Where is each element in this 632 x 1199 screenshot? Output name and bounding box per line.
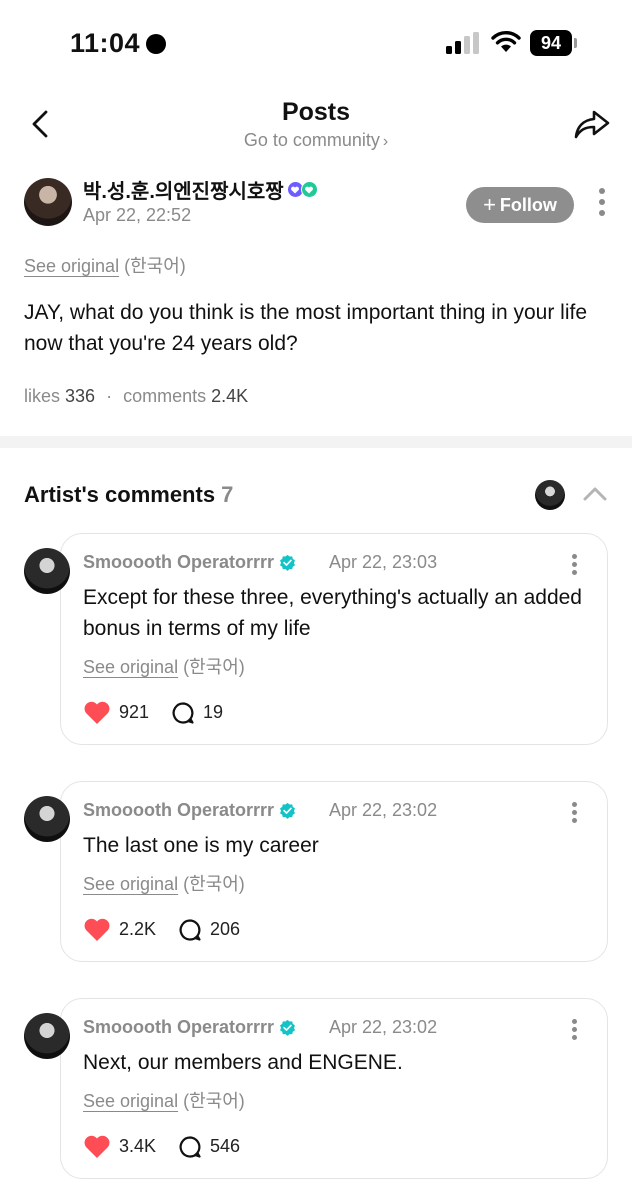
comments-count[interactable]: 2.4K [211,386,248,406]
comment-actions: 921 19 [83,700,223,725]
artist-comments-count: 7 [221,482,234,507]
comments-label[interactable]: comments [123,386,206,406]
commenter-avatar[interactable] [24,1013,70,1059]
share-icon[interactable] [572,106,612,142]
comment-bubble-icon[interactable] [178,918,202,942]
original-language: (한국어) [124,256,186,276]
likes-label: likes [24,386,61,406]
fan-badges [286,181,318,198]
comment-date: Apr 22, 23:02 [329,1017,438,1037]
post-body: JAY, what do you think is the most impor… [24,301,588,355]
section-divider [0,436,632,448]
like-count: 3.4K [119,1136,157,1156]
post-stats: likes 336 · comments 2.4K [24,386,248,407]
comment-date: Apr 22, 23:02 [329,800,438,820]
comment-see-original[interactable]: See original (한국어) [83,1087,245,1113]
author-name-row[interactable]: 박.성.훈.의엔진짱시호짱 [83,175,318,204]
artist-avatar[interactable] [535,480,565,510]
nav-header: Posts Go to community › [0,88,632,158]
commenter-name-row[interactable]: Smooooth Operatorrrr [83,800,296,821]
heart-badge-icon [300,181,318,198]
commenter-name: Smooooth Operatorrrr [83,1017,275,1037]
reply-count: 206 [210,919,241,939]
comment-bubble-icon[interactable] [171,701,195,725]
see-original-link[interactable]: See original [83,1091,178,1111]
wifi-icon [491,31,521,52]
like-count: 2.2K [119,919,157,939]
comment-date: Apr 22, 23:03 [329,552,438,572]
see-original-link[interactable]: See original [24,256,119,276]
recording-dot-icon [146,33,167,54]
commenter-name-row[interactable]: Smooooth Operatorrrr [83,1017,296,1038]
comment-actions: 3.4K 546 [83,1134,240,1159]
comment-card: Smooooth Operatorrrr Apr 22, 23:02 Next,… [60,998,608,1179]
comment-see-original[interactable]: See original (한국어) [83,653,245,679]
comment-text: The last one is my career [83,834,319,857]
reply-count: 546 [210,1136,241,1156]
battery-cap [574,38,577,48]
verified-icon [280,802,295,819]
artist-comment: Smooooth Operatorrrr Apr 22, 23:02 The l… [0,781,632,962]
artist-comment: Smooooth Operatorrrr Apr 22, 23:02 Next,… [0,998,632,1179]
commenter-avatar[interactable] [24,548,70,594]
status-time: 11:04 [70,28,167,59]
go-to-community-label: Go to community [243,130,380,150]
original-language: (한국어) [183,1091,245,1111]
post-see-original[interactable]: See original (한국어) [24,252,186,278]
verified-icon [280,1019,295,1036]
more-vertical-icon[interactable] [569,802,579,826]
commenter-name: Smooooth Operatorrrr [83,552,275,572]
see-original-link[interactable]: See original [83,657,178,677]
battery-level: 94 [530,30,572,56]
status-time-text: 11:04 [70,28,141,58]
more-vertical-icon[interactable] [596,188,608,222]
more-vertical-icon[interactable] [569,1019,579,1043]
follow-label: Follow [499,194,557,215]
post-date: Apr 22, 22:52 [83,205,192,225]
comment-see-original[interactable]: See original (한국어) [83,870,245,896]
plus-icon: + [483,192,496,217]
likes-count: 336 [65,386,96,406]
original-language: (한국어) [183,657,245,677]
artist-comments-header: Artist's comments 7 [24,482,233,508]
stats-separator: · [106,386,113,406]
author-name: 박.성.훈.의엔진짱시호짱 [83,181,284,203]
commenter-name-row[interactable]: Smooooth Operatorrrr [83,552,296,573]
author-avatar[interactable] [24,178,72,226]
chevron-up-icon[interactable] [582,484,608,504]
heart-icon[interactable] [83,700,111,725]
artist-comments-title: Artist's comments [24,482,216,507]
heart-icon[interactable] [83,917,111,942]
comment-actions: 2.2K 206 [83,917,240,942]
see-original-link[interactable]: See original [83,874,178,894]
comment-card: Smooooth Operatorrrr Apr 22, 23:02 The l… [60,781,608,962]
commenter-avatar[interactable] [24,796,70,842]
comment-text: Except for these three, everything's act… [83,586,582,640]
battery-icon: 94 [530,30,578,56]
comment-card: Smooooth Operatorrrr Apr 22, 23:03 Excep… [60,533,608,745]
cellular-signal-icon [446,32,479,54]
heart-icon[interactable] [83,1134,111,1159]
like-count: 921 [119,702,150,722]
more-vertical-icon[interactable] [569,554,579,578]
chevron-right-icon: › [382,133,389,150]
comment-text: Next, our members and ENGENE. [83,1051,403,1074]
artist-comment: Smooooth Operatorrrr Apr 22, 23:03 Excep… [0,533,632,745]
verified-icon [280,554,295,571]
commenter-name: Smooooth Operatorrrr [83,800,275,820]
comment-bubble-icon[interactable] [178,1135,202,1159]
page-title: Posts [281,98,351,126]
go-to-community-link[interactable]: Go to community › [0,130,632,151]
original-language: (한국어) [183,874,245,894]
follow-button[interactable]: + Follow [466,187,574,223]
status-bar: 11:04 94 [0,0,632,80]
reply-count: 19 [203,702,224,722]
